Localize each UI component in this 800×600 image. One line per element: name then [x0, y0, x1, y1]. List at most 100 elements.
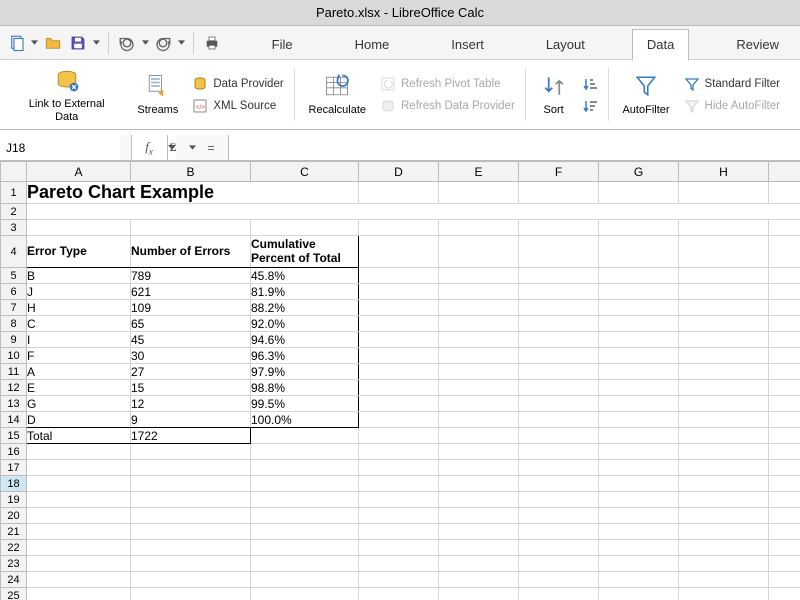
row-header[interactable]: 11: [1, 364, 27, 380]
cell[interactable]: [251, 492, 359, 508]
cell[interactable]: [359, 364, 439, 380]
cell[interactable]: [679, 364, 769, 380]
column-header[interactable]: E: [439, 162, 519, 182]
cell[interactable]: [359, 556, 439, 572]
table-cell[interactable]: B: [27, 268, 131, 284]
cell[interactable]: [439, 300, 519, 316]
cell[interactable]: [359, 540, 439, 556]
tab-data[interactable]: Data: [632, 29, 689, 61]
cell[interactable]: [131, 476, 251, 492]
cell[interactable]: [251, 556, 359, 572]
cell[interactable]: [27, 492, 131, 508]
table-cell[interactable]: 109: [131, 300, 251, 316]
cell[interactable]: [439, 268, 519, 284]
cell[interactable]: [519, 444, 599, 460]
cell[interactable]: [679, 476, 769, 492]
cell[interactable]: [679, 332, 769, 348]
sort-desc-button[interactable]: [582, 98, 598, 114]
sum-dropdown-icon[interactable]: [188, 135, 196, 161]
column-header[interactable]: A: [27, 162, 131, 182]
data-provider-button[interactable]: Data Provider: [192, 76, 283, 92]
cell[interactable]: [519, 332, 599, 348]
cell[interactable]: [439, 588, 519, 600]
cell[interactable]: [599, 412, 679, 428]
cell[interactable]: [769, 476, 800, 492]
print-icon[interactable]: [201, 30, 222, 56]
cell[interactable]: [251, 444, 359, 460]
cell[interactable]: [519, 428, 599, 444]
cell[interactable]: [679, 508, 769, 524]
cell[interactable]: [251, 540, 359, 556]
cell[interactable]: [359, 220, 439, 236]
cell[interactable]: [599, 182, 679, 204]
cell[interactable]: [359, 332, 439, 348]
xml-source-button[interactable]: </> XML Source: [192, 98, 283, 114]
cell[interactable]: [679, 540, 769, 556]
cell[interactable]: [769, 492, 800, 508]
cell[interactable]: [251, 572, 359, 588]
cell[interactable]: [439, 556, 519, 572]
cell[interactable]: [769, 460, 800, 476]
cell[interactable]: [599, 300, 679, 316]
tab-home[interactable]: Home: [340, 28, 405, 60]
cell[interactable]: [359, 428, 439, 444]
cell[interactable]: [769, 380, 800, 396]
cell[interactable]: [27, 460, 131, 476]
cell[interactable]: [519, 364, 599, 380]
row-header[interactable]: 8: [1, 316, 27, 332]
cell[interactable]: [359, 380, 439, 396]
column-header[interactable]: B: [131, 162, 251, 182]
cell[interactable]: [439, 332, 519, 348]
cell[interactable]: [599, 396, 679, 412]
cell[interactable]: [359, 412, 439, 428]
cell[interactable]: [599, 364, 679, 380]
cell[interactable]: [359, 236, 439, 268]
cell[interactable]: [131, 460, 251, 476]
formula-input[interactable]: [228, 135, 800, 160]
cell[interactable]: [131, 492, 251, 508]
row-header[interactable]: 18: [1, 476, 27, 492]
recalculate-button[interactable]: Recalculate: [305, 70, 370, 118]
table-cell-total-label[interactable]: Total: [27, 428, 131, 444]
cell[interactable]: [251, 460, 359, 476]
cell[interactable]: [439, 284, 519, 300]
cell[interactable]: [599, 556, 679, 572]
table-cell[interactable]: J: [27, 284, 131, 300]
cell[interactable]: [769, 524, 800, 540]
cell[interactable]: [251, 428, 359, 444]
cell[interactable]: [679, 412, 769, 428]
row-header[interactable]: 20: [1, 508, 27, 524]
cell[interactable]: [599, 476, 679, 492]
table-header[interactable]: Cumulative Percent of Total: [251, 236, 359, 268]
cell[interactable]: [769, 182, 800, 204]
cell[interactable]: [599, 508, 679, 524]
cell[interactable]: [679, 380, 769, 396]
cell[interactable]: [769, 412, 800, 428]
table-cell[interactable]: 65: [131, 316, 251, 332]
cell[interactable]: [359, 316, 439, 332]
table-cell[interactable]: 12: [131, 396, 251, 412]
row-header[interactable]: 21: [1, 524, 27, 540]
tab-insert[interactable]: Insert: [436, 28, 499, 60]
table-cell[interactable]: 27: [131, 364, 251, 380]
open-folder-icon[interactable]: [42, 30, 63, 56]
table-cell[interactable]: 789: [131, 268, 251, 284]
cell[interactable]: [599, 284, 679, 300]
column-header[interactable]: G: [599, 162, 679, 182]
row-header[interactable]: 3: [1, 220, 27, 236]
cell[interactable]: [769, 428, 800, 444]
cell[interactable]: [599, 348, 679, 364]
cell[interactable]: [599, 220, 679, 236]
cell[interactable]: [439, 492, 519, 508]
cell[interactable]: [439, 220, 519, 236]
cell[interactable]: [679, 348, 769, 364]
row-header[interactable]: 16: [1, 444, 27, 460]
cell[interactable]: [519, 220, 599, 236]
sum-icon[interactable]: Σ: [164, 139, 182, 157]
row-header[interactable]: 6: [1, 284, 27, 300]
row-header[interactable]: 25: [1, 588, 27, 600]
table-cell[interactable]: G: [27, 396, 131, 412]
cell[interactable]: [769, 508, 800, 524]
autofilter-button[interactable]: AutoFilter: [618, 70, 673, 118]
undo-icon[interactable]: [116, 30, 137, 56]
